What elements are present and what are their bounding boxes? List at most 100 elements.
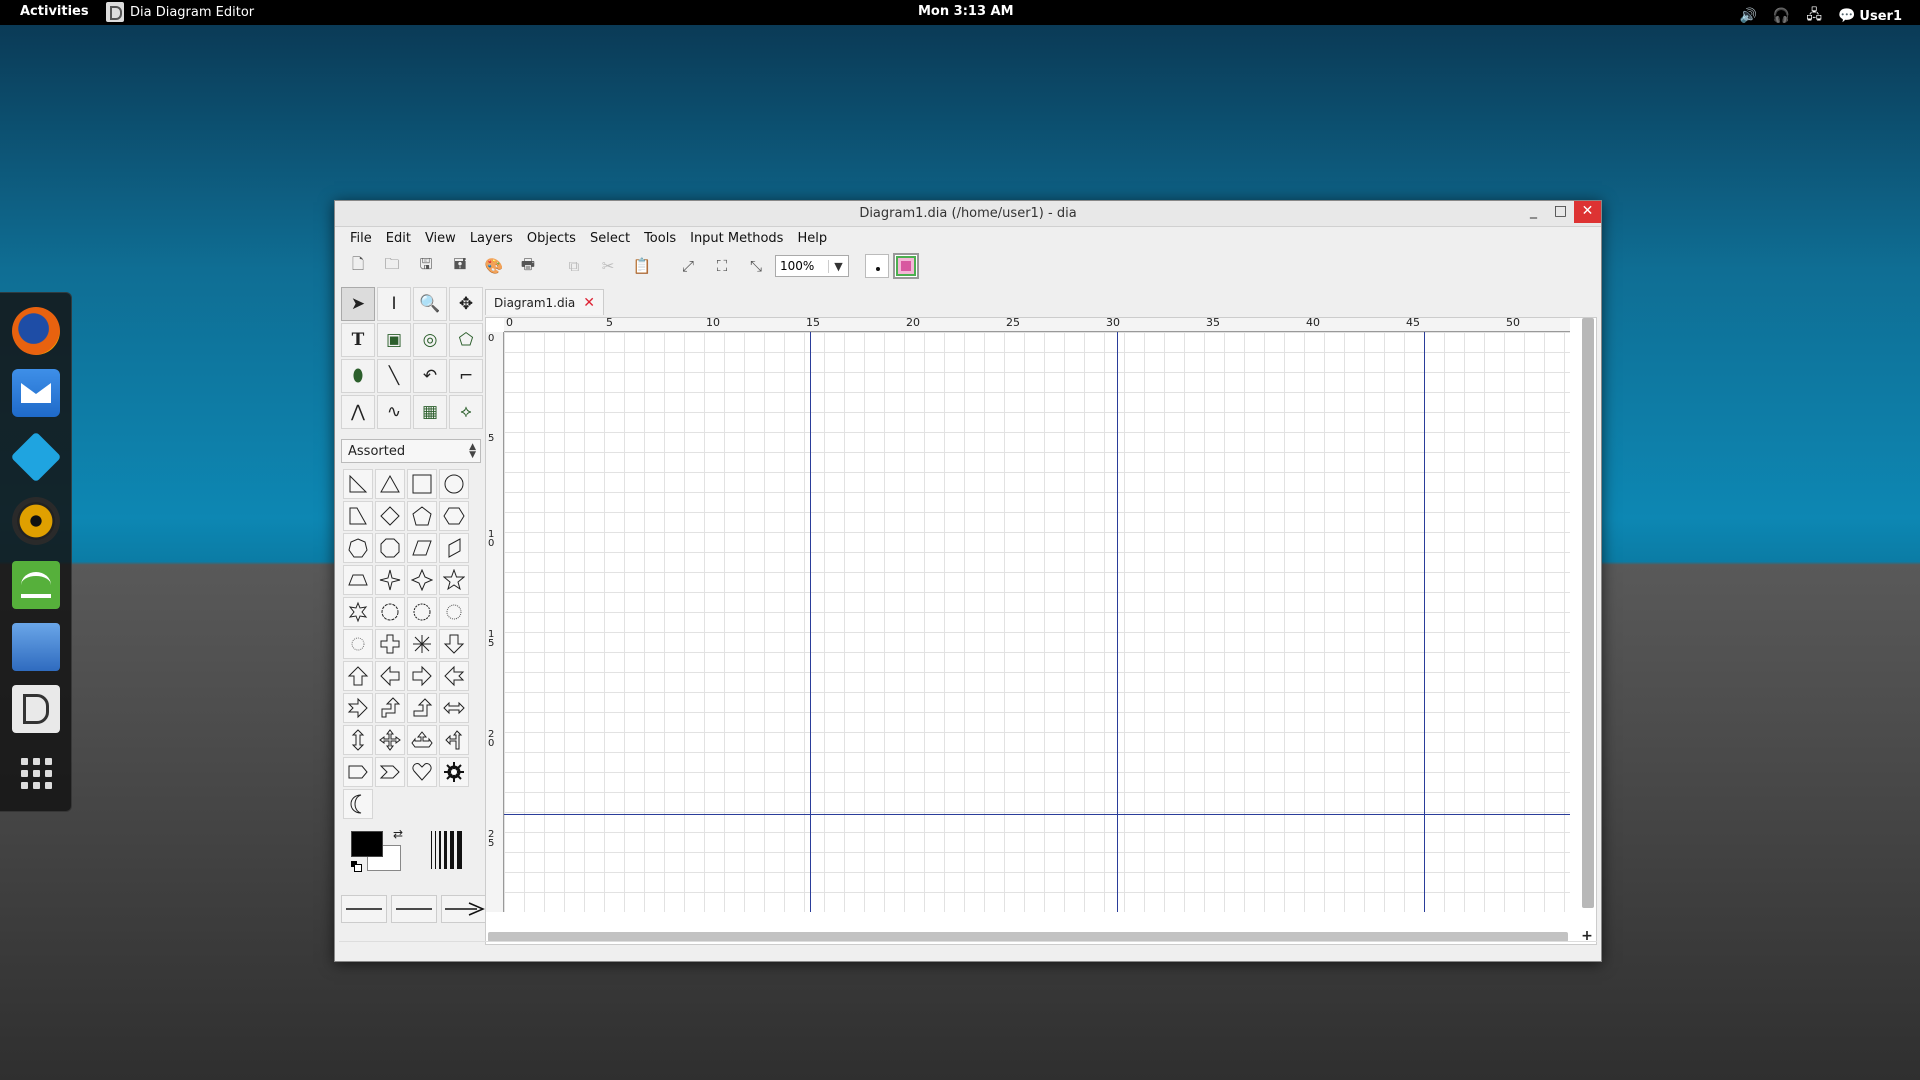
square-shape-icon[interactable] (407, 469, 437, 499)
reset-colors-icon[interactable] (351, 861, 362, 872)
kodi-icon[interactable] (12, 433, 60, 481)
save-as-icon[interactable]: 🖬 (445, 252, 475, 280)
system-tray[interactable]: 🔊 🎧 🖧 💬 User1 (1739, 4, 1902, 28)
swap-colors-icon[interactable]: ⇄ (393, 827, 403, 841)
foreground-color-swatch[interactable] (351, 831, 383, 857)
mail-icon[interactable] (12, 369, 60, 417)
close-button[interactable]: ✕ (1574, 201, 1601, 223)
menu-objects[interactable]: Objects (520, 231, 583, 246)
minimize-button[interactable]: _ (1520, 201, 1547, 223)
corner-arrow-shape-icon[interactable] (375, 693, 405, 723)
heart-shape-icon[interactable] (407, 757, 437, 787)
polyline-tool-icon[interactable]: ⋀ (341, 395, 375, 429)
end-arrow-selector[interactable] (441, 895, 487, 923)
zoom-fit-icon[interactable]: ⤢ (673, 252, 703, 280)
star7-shape-icon[interactable] (375, 597, 405, 627)
arrow-left-notched-shape-icon[interactable] (439, 661, 469, 691)
burst-shape-icon[interactable] (439, 597, 469, 627)
pentagon-shape-icon[interactable] (407, 501, 437, 531)
start-arrow-selector[interactable] (341, 895, 387, 923)
star6-shape-icon[interactable] (343, 597, 373, 627)
ellipse-tool-icon[interactable]: ◎ (413, 323, 447, 357)
close-tab-icon[interactable]: ✕ (583, 295, 595, 311)
clock[interactable]: Mon 3:13 AM (918, 4, 1014, 19)
pentagon-arrow-shape-icon[interactable] (343, 757, 373, 787)
tab-diagram1[interactable]: Diagram1.dia ✕ (485, 289, 605, 315)
paste-icon[interactable]: 📋 (627, 252, 657, 280)
cross-shape-icon[interactable] (375, 629, 405, 659)
arrow-right-notched-shape-icon[interactable] (343, 693, 373, 723)
diagram-canvas[interactable] (504, 332, 1570, 912)
heptagon-shape-icon[interactable] (343, 533, 373, 563)
snap-to-grid-toggle[interactable] (865, 254, 889, 278)
trapezoid-right-shape-icon[interactable] (343, 501, 373, 531)
parallelogram-shape-icon[interactable] (407, 533, 437, 563)
left-up-arrow-shape-icon[interactable] (439, 725, 469, 755)
scroll-tool-icon[interactable]: ✥ (449, 287, 483, 321)
star8-shape-icon[interactable] (407, 597, 437, 627)
zigzag-line-tool-icon[interactable]: ⌐ (449, 359, 483, 393)
user-menu[interactable]: 💬 User1 (1838, 8, 1902, 24)
cut-icon[interactable]: ✂ (593, 252, 623, 280)
pointer-tool-icon[interactable]: ➤ (341, 287, 375, 321)
save-icon[interactable]: 🖫 (411, 252, 441, 280)
menu-help[interactable]: Help (790, 231, 834, 246)
diamond-shape-icon[interactable] (375, 501, 405, 531)
star5-shape-icon[interactable] (439, 565, 469, 595)
menu-file[interactable]: File (343, 231, 379, 246)
menu-edit[interactable]: Edit (379, 231, 418, 246)
menu-select[interactable]: Select (583, 231, 637, 246)
trapezoid-shape-icon[interactable] (343, 565, 373, 595)
hexagon-shape-icon[interactable] (439, 501, 469, 531)
dia-icon[interactable] (12, 685, 60, 733)
arrow-up-shape-icon[interactable] (343, 661, 373, 691)
asterisk-shape-icon[interactable] (407, 629, 437, 659)
sheet-selector[interactable]: Assorted ▲ ▼ (341, 439, 481, 463)
zoom-shrink-icon[interactable]: ⤡ (741, 252, 771, 280)
show-applications-icon[interactable] (12, 749, 60, 797)
line-tool-icon[interactable]: ╲ (377, 359, 411, 393)
menu-layers[interactable]: Layers (463, 231, 520, 246)
outline-tool-icon[interactable]: ⟡ (449, 395, 483, 429)
new-diagram-icon[interactable]: 🗋 (343, 252, 373, 280)
menu-input-methods[interactable]: Input Methods (683, 231, 790, 246)
circle-shape-icon[interactable] (439, 469, 469, 499)
text-edit-tool-icon[interactable]: I (377, 287, 411, 321)
polygon-tool-icon[interactable]: ⬠ (449, 323, 483, 357)
menu-tools[interactable]: Tools (637, 231, 683, 246)
chevron-down-icon[interactable]: ▼ (828, 259, 848, 273)
double-arrow-shape-icon[interactable] (439, 693, 469, 723)
star4-fat-shape-icon[interactable] (407, 565, 437, 595)
export-icon[interactable]: 🎨 (479, 252, 509, 280)
open-icon[interactable]: 🗀 (377, 252, 407, 280)
firefox-icon[interactable] (12, 307, 60, 355)
gear-shape-icon[interactable] (439, 757, 469, 787)
line-width-selector[interactable] (431, 831, 475, 869)
slanted-rect-shape-icon[interactable] (439, 533, 469, 563)
triangle-shape-icon[interactable] (375, 469, 405, 499)
activities-button[interactable]: Activities (20, 4, 89, 19)
line-style-selector[interactable] (391, 895, 437, 923)
quad-arrow-shape-icon[interactable] (375, 725, 405, 755)
magnify-tool-icon[interactable]: 🔍 (413, 287, 447, 321)
box-tool-icon[interactable]: ▣ (377, 323, 411, 357)
zoom-input[interactable] (776, 256, 828, 276)
spotify-icon[interactable] (12, 561, 60, 609)
snap-to-objects-toggle[interactable] (893, 253, 919, 279)
star4-shape-icon[interactable] (375, 565, 405, 595)
arc-tool-icon[interactable]: ↶ (413, 359, 447, 393)
maximize-button[interactable]: □ (1547, 201, 1574, 223)
zoom-best-fit-icon[interactable]: ⛶ (707, 252, 737, 280)
text-tool-icon[interactable]: T (341, 323, 375, 357)
up-down-arrow-shape-icon[interactable] (343, 725, 373, 755)
moon-shape-icon[interactable] (343, 789, 373, 819)
bezier-line-tool-icon[interactable]: ∿ (377, 395, 411, 429)
menu-view[interactable]: View (418, 231, 463, 246)
rhythmbox-icon[interactable] (12, 497, 60, 545)
tri-arrow-shape-icon[interactable] (407, 725, 437, 755)
copy-icon[interactable]: ⧉ (559, 252, 589, 280)
bent-up-arrow-shape-icon[interactable] (407, 693, 437, 723)
octagon-shape-icon[interactable] (375, 533, 405, 563)
chevron-shape-icon[interactable] (375, 757, 405, 787)
zoom-combo[interactable]: ▼ (775, 255, 849, 277)
